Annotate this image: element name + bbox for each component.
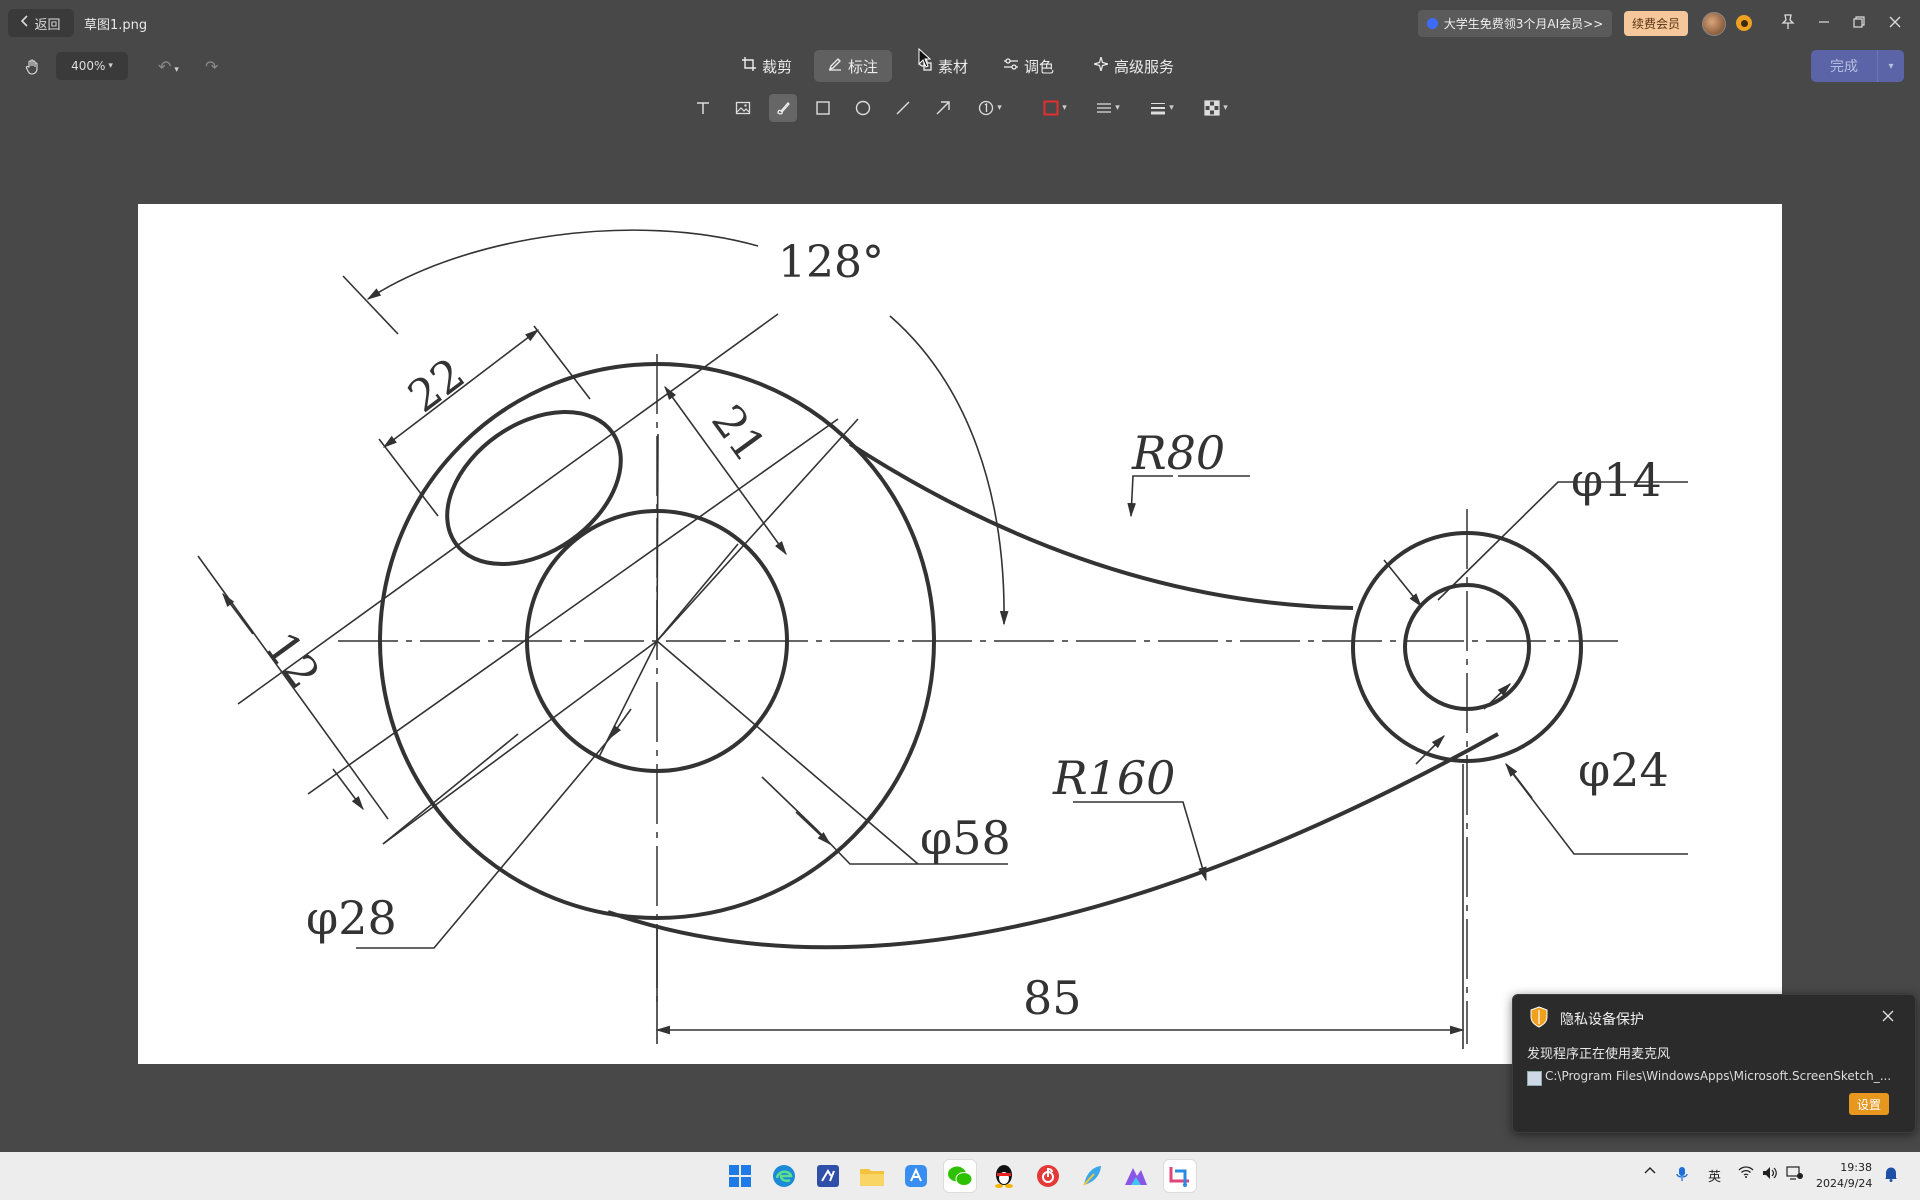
qq-penguin-icon[interactable] [988,1160,1020,1192]
notification-message: 发现程序正在使用麦克风 [1527,1047,1671,1062]
dim-22: 22 [399,348,474,422]
microphone-icon[interactable] [1676,1166,1688,1182]
back-button[interactable]: 返回 [8,9,74,37]
done-label: 完成 [1830,59,1858,75]
file-name: 草图1.png [84,18,148,33]
zoom-select[interactable]: 400% ▾ [56,52,128,80]
done-dropdown-icon[interactable]: ▾ [1877,50,1904,82]
pin-icon[interactable] [1778,12,1798,32]
adjust-color-icon [1004,57,1018,75]
wechat-icon[interactable] [944,1160,976,1192]
tab-advanced-service-label: 高级服务 [1114,57,1175,76]
taskbar: 英 19:38 2024/9/24 [0,1152,1920,1200]
volume-icon[interactable] [1762,1166,1778,1180]
tab-material-label: 素材 [938,57,969,76]
promo-text: 大学生免费领3个月AI会员>> [1443,17,1604,31]
coin-icon[interactable] [1736,15,1752,31]
clock[interactable]: 19:38 2024/9/24 [1816,1160,1872,1192]
privacy-notification[interactable]: 隐私设备保护 发现程序正在使用麦克风 C:\Program Files\Wind… [1512,994,1916,1133]
zoom-value: 400% [71,59,106,73]
line-tool-icon[interactable] [890,94,916,122]
minimize-icon[interactable] [1814,12,1834,32]
image-canvas[interactable]: 128° 22 21 12 R80 R160 φ14 φ24 φ58 φ28 8… [138,204,1782,1064]
dim-phi58: φ58 [920,811,1011,865]
close-icon[interactable] [1885,12,1905,32]
notification-bell-icon[interactable] [1884,1166,1898,1182]
line-style-icon[interactable]: ▾ [1090,94,1126,122]
ai-app-icon[interactable] [1120,1160,1152,1192]
network-status-icon[interactable] [1786,1166,1804,1180]
tray-overflow-icon[interactable] [1644,1166,1656,1174]
tab-crop-label: 裁剪 [762,57,793,76]
tab-adjust-color-label: 调色 [1024,57,1055,76]
dim-angle-128: 128° [778,237,884,288]
done-button[interactable]: 完成 ▾ [1811,50,1904,82]
renew-member-button[interactable]: 续费会员 [1624,11,1688,36]
snipping-tool-icon[interactable] [1164,1160,1196,1192]
line-weight-icon[interactable]: ▾ [1144,94,1180,122]
notification-settings-button[interactable]: 设置 [1849,1093,1889,1115]
ellipse-tool-icon[interactable] [850,94,876,122]
dim-phi28: φ28 [306,891,397,945]
dim-phi14: φ14 [1571,453,1662,507]
undo-icon[interactable]: ↶ ▾ [158,57,179,76]
tab-advanced-service[interactable]: 高级服务 [1080,50,1188,82]
shield-icon [1529,1006,1549,1032]
dim-21: 21 [701,396,775,471]
annotate-pen-icon [828,57,842,75]
netease-music-icon[interactable] [1032,1160,1064,1192]
program-file-icon [1527,1071,1542,1086]
hand-tool-icon[interactable] [22,56,44,78]
arrow-tool-icon[interactable] [930,94,956,122]
promo-banner[interactable]: 大学生免费领3个月AI会员>> [1418,10,1612,37]
chevron-down-icon: ▾ [108,61,113,71]
windows-start-icon[interactable] [724,1160,756,1192]
crop-icon [742,57,756,75]
dim-phi24: φ24 [1578,743,1669,797]
title-bar: 返回 草图1.png 大学生免费领3个月AI会员>> 续费会员 [0,0,1920,44]
color-swatch-icon[interactable]: ▾ [1036,94,1074,122]
tab-annotate[interactable]: 标注 [814,50,893,82]
app-store-icon[interactable] [900,1160,932,1192]
mouse-cursor-icon [918,47,932,72]
tab-material[interactable]: 素材 [904,50,982,82]
brush-tool-icon[interactable] [769,94,797,122]
dim-85: 85 [1023,971,1082,1025]
ime-indicator[interactable]: 英 [1708,1166,1721,1185]
editor-app-icon[interactable] [812,1160,844,1192]
text-tool-icon[interactable] [690,94,716,122]
dim-r80: R80 [1131,426,1225,480]
rectangle-tool-icon[interactable] [810,94,836,122]
wifi-icon[interactable] [1738,1166,1754,1178]
dim-12: 12 [255,623,329,698]
feather-app-icon[interactable] [1076,1160,1108,1192]
tab-annotate-label: 标注 [848,57,879,76]
edge-browser-icon[interactable] [768,1160,800,1192]
back-label: 返回 [34,17,61,33]
sparkle-icon [1091,54,1111,75]
clock-time: 19:38 [1840,1161,1872,1174]
notification-close-icon[interactable] [1877,1005,1899,1027]
dim-r160: R160 [1052,751,1175,805]
user-avatar[interactable] [1702,12,1726,36]
chevron-left-icon [21,15,29,31]
file-explorer-icon[interactable] [856,1160,888,1192]
image-tool-icon[interactable] [730,94,756,122]
technical-drawing: 128° 22 21 12 R80 R160 φ14 φ24 φ58 φ28 8… [197,229,1688,1049]
ai-dot-icon [1426,18,1438,29]
notification-path: C:\Program Files\WindowsApps\Microsoft.S… [1545,1069,1892,1083]
restore-icon[interactable] [1849,12,1869,32]
mosaic-tool-icon[interactable]: ▾ [1198,94,1234,122]
number-marker-tool-icon[interactable]: ▾ [970,94,1010,122]
notification-title: 隐私设备保护 [1560,1012,1644,1028]
clock-date: 2024/9/24 [1816,1177,1873,1190]
tab-crop[interactable]: 裁剪 [728,50,806,82]
redo-icon[interactable]: ↷ [205,57,218,76]
tab-adjust-color[interactable]: 调色 [990,50,1068,82]
